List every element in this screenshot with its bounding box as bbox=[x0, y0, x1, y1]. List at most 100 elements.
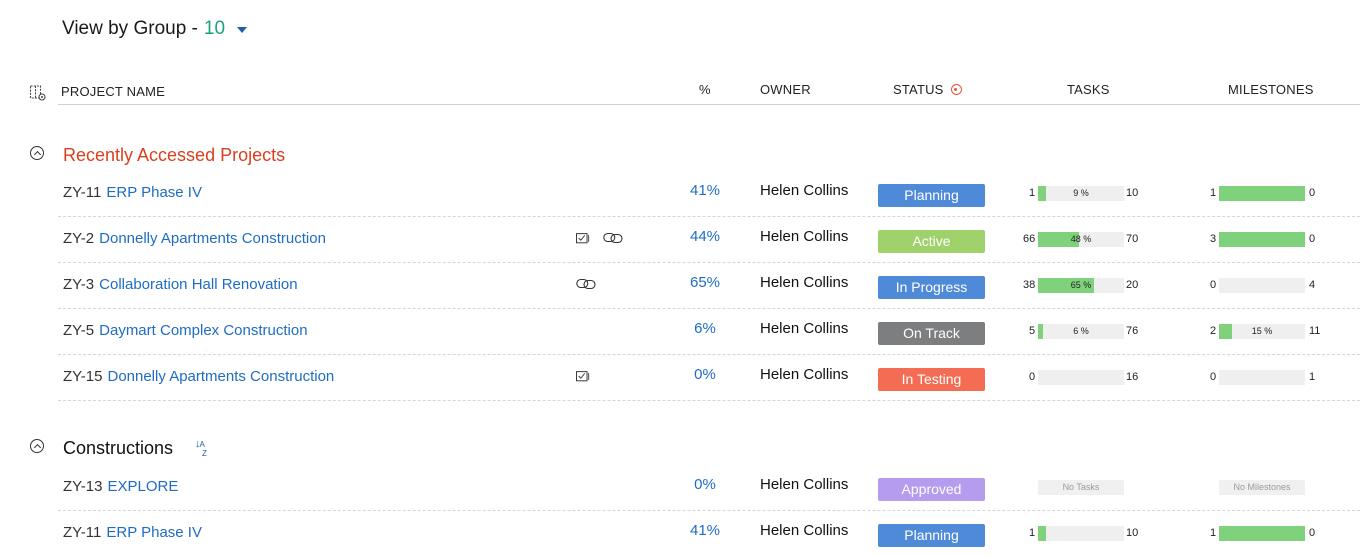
column-header-status-label: STATUS bbox=[893, 82, 944, 97]
project-name-cell: ZY-15 Donnelly Apartments Construction bbox=[63, 368, 334, 385]
project-link[interactable]: Collaboration Hall Renovation bbox=[99, 276, 297, 293]
sort-az-icon[interactable]: ↓A Z bbox=[195, 439, 207, 458]
project-owner[interactable]: Helen Collins bbox=[760, 274, 848, 291]
tasks-open-count: 1 bbox=[1029, 187, 1036, 199]
project-code: ZY-3 bbox=[63, 276, 95, 293]
tasks-progress-label: 65 % bbox=[1070, 280, 1092, 290]
link-icon[interactable] bbox=[603, 232, 623, 244]
tasks-empty-placeholder: No Tasks bbox=[1038, 480, 1124, 495]
project-link[interactable]: ERP Phase IV bbox=[106, 184, 202, 201]
tasks-closed-count: 76 bbox=[1126, 325, 1139, 337]
status-badge[interactable]: On Track bbox=[878, 322, 985, 345]
milestones-progress-bar bbox=[1219, 232, 1305, 247]
column-header-milestones[interactable]: MILESTONES bbox=[1228, 82, 1314, 97]
tasks-progress-label: 6 % bbox=[1073, 326, 1089, 336]
tasks-closed-count: 20 bbox=[1126, 279, 1139, 291]
project-link[interactable]: Donnelly Apartments Construction bbox=[99, 230, 326, 247]
tasks-closed-count: 16 bbox=[1126, 371, 1139, 383]
milestones-progress-bar bbox=[1219, 370, 1305, 385]
milestones-progress-bar: 15 % bbox=[1219, 324, 1305, 339]
status-badge[interactable]: In Progress bbox=[878, 276, 985, 299]
project-owner[interactable]: Helen Collins bbox=[760, 522, 848, 539]
milestones-open-count: 1 bbox=[1210, 187, 1217, 199]
project-owner[interactable]: Helen Collins bbox=[760, 228, 848, 245]
chevron-down-icon[interactable] bbox=[237, 26, 248, 33]
project-percent: 0% bbox=[694, 476, 716, 493]
group-collapse-toggle-icon[interactable] bbox=[30, 439, 44, 453]
project-percent: 41% bbox=[689, 182, 721, 199]
status-badge[interactable]: Planning bbox=[878, 184, 985, 207]
project-link[interactable]: Donnelly Apartments Construction bbox=[107, 368, 334, 385]
project-owner[interactable]: Helen Collins bbox=[760, 182, 848, 199]
table-row[interactable]: ZY-11 ERP Phase IV 41% Helen Collins Plan… bbox=[58, 170, 1360, 217]
milestones-open-count: 2 bbox=[1210, 325, 1217, 337]
column-settings-icon[interactable] bbox=[29, 84, 47, 102]
column-header-owner[interactable]: OWNER bbox=[760, 82, 811, 97]
milestones-open-count: 3 bbox=[1210, 233, 1217, 245]
group-title: Recently Accessed Projects bbox=[63, 145, 286, 165]
project-percent: 6% bbox=[694, 320, 716, 337]
tasks-closed-count: 70 bbox=[1126, 233, 1139, 245]
tasks-progress-label: 9 % bbox=[1073, 188, 1089, 198]
project-name-cell: ZY-13 EXPLORE bbox=[63, 478, 178, 495]
tasks-open-count: 1 bbox=[1029, 527, 1036, 539]
project-percent: 0% bbox=[694, 366, 716, 383]
tasks-closed-count: 10 bbox=[1126, 527, 1139, 539]
column-header-tasks[interactable]: TASKS bbox=[1067, 82, 1110, 97]
milestones-progress-bar bbox=[1219, 526, 1305, 541]
status-badge[interactable]: Active bbox=[878, 230, 985, 253]
milestones-closed-count: 0 bbox=[1309, 527, 1316, 539]
milestones-closed-count: 4 bbox=[1309, 279, 1316, 291]
status-filter-icon[interactable] bbox=[950, 84, 962, 95]
column-header-percent[interactable]: % bbox=[699, 82, 711, 97]
milestones-closed-count: 1 bbox=[1309, 371, 1316, 383]
group-title: Constructions bbox=[63, 438, 174, 458]
tasks-open-count: 0 bbox=[1029, 371, 1036, 383]
tasks-progress-label: 48 % bbox=[1070, 234, 1092, 244]
project-percent: 65% bbox=[689, 274, 721, 291]
column-header-project[interactable]: PROJECT NAME bbox=[61, 84, 165, 99]
status-badge[interactable]: Approved bbox=[878, 478, 985, 501]
calendar-check-icon[interactable] bbox=[576, 370, 590, 382]
group-collapse-toggle-icon[interactable] bbox=[30, 146, 44, 160]
project-code: ZY-11 bbox=[63, 184, 102, 201]
calendar-check-icon[interactable] bbox=[576, 232, 590, 244]
tasks-open-count: 38 bbox=[1023, 279, 1036, 291]
table-row[interactable]: ZY-15 Donnelly Apartments Construction 0%… bbox=[58, 354, 1360, 401]
project-owner[interactable]: Helen Collins bbox=[760, 476, 848, 493]
milestones-closed-count: 0 bbox=[1309, 187, 1316, 199]
project-name-cell: ZY-11 ERP Phase IV bbox=[63, 524, 202, 541]
tasks-progress-bar: 65 % bbox=[1038, 278, 1124, 293]
project-link[interactable]: ERP Phase IV bbox=[106, 524, 202, 541]
project-name-cell: ZY-2 Donnelly Apartments Construction bbox=[63, 230, 326, 247]
table-row[interactable]: ZY-2 Donnelly Apartments Construction 44%… bbox=[58, 216, 1360, 263]
status-badge[interactable]: Planning bbox=[878, 524, 985, 547]
view-by-group-selector[interactable]: View by Group - 10 bbox=[62, 18, 248, 40]
project-code: ZY-5 bbox=[63, 322, 95, 339]
milestones-open-count: 0 bbox=[1210, 371, 1217, 383]
tasks-progress-bar bbox=[1038, 526, 1124, 541]
milestones-closed-count: 0 bbox=[1309, 233, 1316, 245]
milestones-progress-label: 15 % bbox=[1251, 326, 1273, 336]
project-link[interactable]: Daymart Complex Construction bbox=[99, 322, 307, 339]
link-icon[interactable] bbox=[576, 278, 596, 290]
tasks-progress-bar: 48 % bbox=[1038, 232, 1124, 247]
project-name-cell: ZY-3 Collaboration Hall Renovation bbox=[63, 276, 298, 293]
project-code: ZY-13 bbox=[63, 478, 103, 495]
project-code: ZY-11 bbox=[63, 524, 102, 541]
column-header-status[interactable]: STATUS bbox=[893, 82, 962, 97]
milestones-open-count: 0 bbox=[1210, 279, 1217, 291]
table-row[interactable]: ZY-11 ERP Phase IV 41% Helen Collins Plan… bbox=[58, 510, 1360, 556]
table-row[interactable]: ZY-13 EXPLORE 0% Helen Collins Approved N… bbox=[58, 464, 1360, 511]
status-badge[interactable]: In Testing bbox=[878, 368, 985, 391]
project-owner[interactable]: Helen Collins bbox=[760, 366, 848, 383]
project-code: ZY-15 bbox=[63, 368, 103, 385]
header-divider bbox=[58, 104, 1360, 105]
tasks-open-count: 66 bbox=[1023, 233, 1036, 245]
table-row[interactable]: ZY-3 Collaboration Hall Renovation 65% He… bbox=[58, 262, 1360, 309]
project-link[interactable]: EXPLORE bbox=[107, 478, 178, 495]
table-row[interactable]: ZY-5 Daymart Complex Construction 6% Hele… bbox=[58, 308, 1360, 355]
milestones-open-count: 1 bbox=[1210, 527, 1217, 539]
milestones-closed-count: 11 bbox=[1309, 325, 1321, 337]
project-owner[interactable]: Helen Collins bbox=[760, 320, 848, 337]
